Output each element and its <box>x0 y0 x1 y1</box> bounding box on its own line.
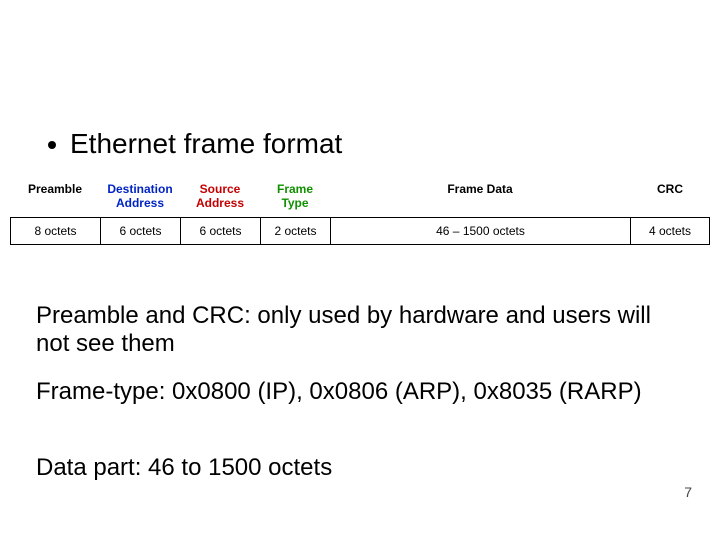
val-preamble: 8 octets <box>10 217 100 245</box>
slide: Ethernet frame format Preamble Destinati… <box>0 0 720 540</box>
note-frame-type: Frame-type: 0x0800 (IP), 0x0806 (ARP), 0… <box>36 378 660 406</box>
hdr-preamble: Preamble <box>10 178 100 217</box>
val-frame-type: 2 octets <box>260 217 330 245</box>
note-data-part: Data part: 46 to 1500 octets <box>36 454 660 482</box>
val-src-address: 6 octets <box>180 217 260 245</box>
val-frame-data: 46 – 1500 octets <box>330 217 630 245</box>
ethernet-frame-figure: Preamble DestinationAddress SourceAddres… <box>10 178 710 245</box>
hdr-dest-address: DestinationAddress <box>100 178 180 217</box>
hdr-frame-data: Frame Data <box>330 178 630 217</box>
val-dest-address: 6 octets <box>100 217 180 245</box>
frame-value-row: 8 octets 6 octets 6 octets 2 octets 46 –… <box>10 217 710 245</box>
note-preamble-crc: Preamble and CRC: only used by hardware … <box>36 302 660 357</box>
hdr-crc: CRC <box>630 178 710 217</box>
bullet-text: Ethernet frame format <box>70 128 342 160</box>
page-number: 7 <box>684 484 692 500</box>
bullet-row: Ethernet frame format <box>48 128 342 160</box>
frame-header-row: Preamble DestinationAddress SourceAddres… <box>10 178 710 217</box>
hdr-frame-type: FrameType <box>260 178 330 217</box>
hdr-src-address: SourceAddress <box>180 178 260 217</box>
val-crc: 4 octets <box>630 217 710 245</box>
bullet-dot-icon <box>48 141 56 149</box>
